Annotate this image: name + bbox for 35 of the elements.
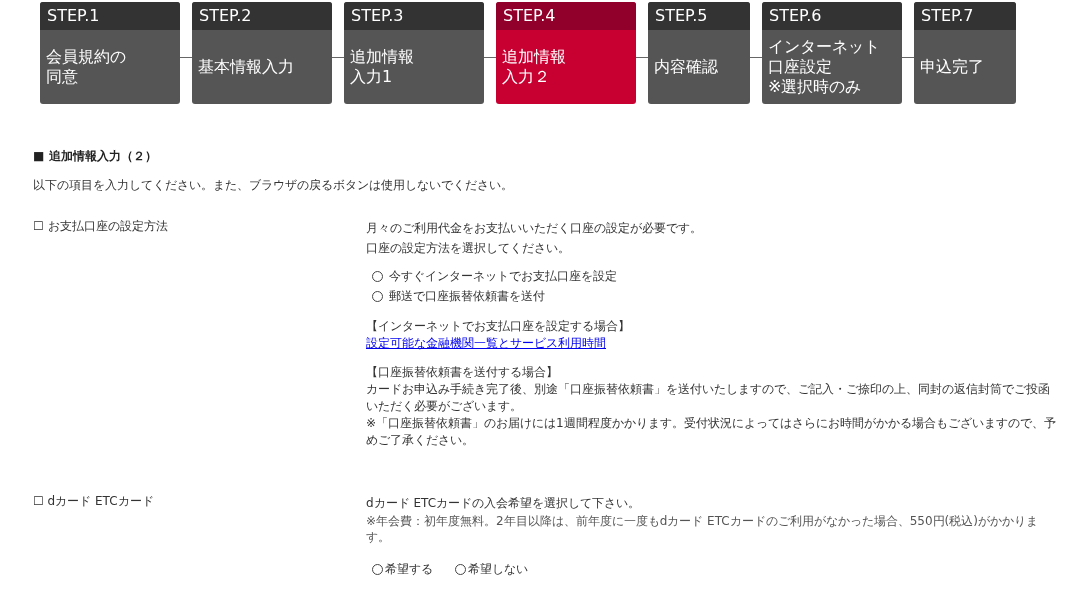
description-text: 月々のご利用代金をお支払いいただく口座の設定が必要です。 bbox=[366, 220, 703, 237]
field-label: ☐ dカード ETCカード bbox=[33, 493, 155, 510]
step-label: インターネット 口座設定 ※選択時のみ bbox=[767, 36, 881, 98]
step-label: 追加情報 入力1 bbox=[349, 46, 415, 88]
note-text: ※年会費：初年度無料。2年目以降は、前年度に一度もdカード ETCカードのご利用がなかった場合、550円(税込)がかかります。 bbox=[366, 513, 1039, 545]
step-number: STEP.1 bbox=[40, 2, 180, 30]
radio-option[interactable]: 今すぐインターネットでお支払口座を設定 bbox=[366, 266, 1056, 286]
info-link[interactable]: 設定可能な金融機関一覧とサービス利用時間 bbox=[366, 336, 606, 350]
step-number: STEP.4 bbox=[496, 2, 636, 30]
info-text: ※「口座振替依頼書」のお届けには1週間程度かかります。受付状況によってはさらにお時間がかかる場合もございますので、予めご了承ください。 bbox=[366, 415, 1056, 449]
field-label: ☐ お支払口座の設定方法 bbox=[33, 218, 169, 235]
radio-label: 希望する bbox=[385, 561, 433, 578]
step-label: 会員規約の 同意 bbox=[45, 46, 127, 88]
radio-option[interactable]: 郵送で口座振替依頼書を送付 bbox=[366, 286, 1056, 306]
radio-option[interactable]: 希望する bbox=[366, 559, 433, 579]
step-label: 基本情報入力 bbox=[197, 56, 295, 78]
radio-option[interactable]: 希望しない bbox=[449, 559, 528, 579]
info-text: カードお申込み手続き完了後、別途「口座振替依頼書」を送付いたしますので、ご記入・ご捺印の上、同封の返信封筒でご投函いただく必要がございます。 bbox=[366, 381, 1051, 415]
step-label: 申込完了 bbox=[919, 56, 985, 78]
step-number: STEP.7 bbox=[914, 2, 1016, 30]
step-label: 追加情報 入力２ bbox=[501, 46, 567, 88]
section-heading: ■ 追加情報入力（２） bbox=[33, 148, 158, 165]
radio-label: 郵送で口座振替依頼書を送付 bbox=[389, 288, 545, 305]
step-number: STEP.6 bbox=[762, 2, 902, 30]
step-number: STEP.2 bbox=[192, 2, 332, 30]
radio-label: 希望しない bbox=[468, 561, 528, 578]
instruction-text: 以下の項目を入力してください。また、ブラウザの戻るボタンは使用しないでください。 bbox=[33, 177, 514, 194]
radio-label: 今すぐインターネットでお支払口座を設定 bbox=[389, 268, 617, 285]
info-title: 【口座振替依頼書を送付する場合】 bbox=[366, 364, 559, 381]
description-text: dカード ETCカードの入会希望を選択して下さい。 bbox=[366, 495, 642, 512]
step-number: STEP.5 bbox=[648, 2, 750, 30]
step-label: 内容確認 bbox=[653, 56, 719, 78]
step-number: STEP.3 bbox=[344, 2, 484, 30]
description-text: 口座の設定方法を選択してください。 bbox=[366, 240, 571, 257]
info-title: 【インターネットでお支払口座を設定する場合】 bbox=[366, 318, 631, 335]
